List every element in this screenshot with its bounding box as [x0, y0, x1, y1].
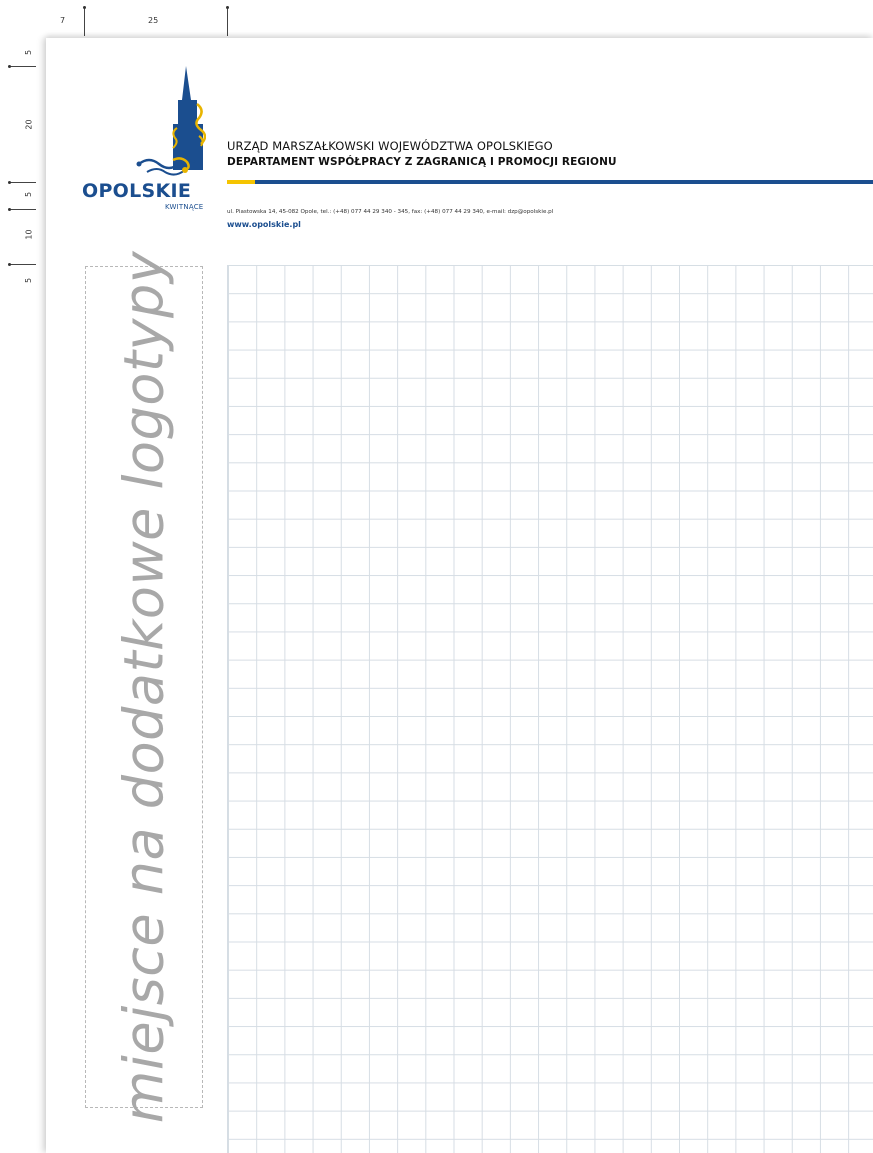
ruler-left-label-5b: 5 — [24, 191, 34, 198]
website-link[interactable]: www.opolskie.pl — [227, 220, 301, 229]
ruler-left-dot — [8, 181, 11, 184]
ruler-top-dot — [226, 6, 229, 9]
ruler-top-tick — [84, 8, 85, 36]
header-rule — [227, 180, 873, 184]
logo-tagline: KWITNĄCE — [165, 203, 204, 211]
ruler-left-tick — [10, 209, 36, 210]
writing-grid — [227, 265, 873, 1153]
ruler-left-tick — [10, 66, 36, 67]
department-name: DEPARTAMENT WSPÓŁPRACY Z ZAGRANICĄ I PRO… — [227, 156, 617, 168]
ruler-left-dot — [8, 263, 11, 266]
contact-address: ul. Piastowska 14, 45-082 Opole, tel.: (… — [227, 209, 554, 215]
placeholder-label: miejsce na dodatkowe logotypy — [112, 250, 176, 1124]
ruler-left-dot — [8, 208, 11, 211]
ruler-left-label-20: 20 — [24, 119, 34, 130]
ruler-left-tick — [10, 182, 36, 183]
organization-name: URZĄD MARSZAŁKOWSKI WOJEWÓDZTWA OPOLSKIE… — [227, 139, 553, 153]
ruler-top-label-25: 25 — [148, 16, 159, 25]
ruler-left-tick — [10, 264, 36, 265]
ruler-top-label-7: 7 — [60, 16, 66, 25]
ruler-top-tick — [227, 8, 228, 36]
ruler-left-label-10: 10 — [24, 229, 34, 240]
logo-wordmark: OPOLSKIE — [82, 180, 192, 202]
ruler-top-dot — [83, 6, 86, 9]
header-accent-marker — [227, 180, 255, 184]
ruler-left-label-5a: 5 — [24, 49, 34, 56]
ruler-left-label-5c: 5 — [24, 277, 34, 284]
ruler-left-dot — [8, 65, 11, 68]
